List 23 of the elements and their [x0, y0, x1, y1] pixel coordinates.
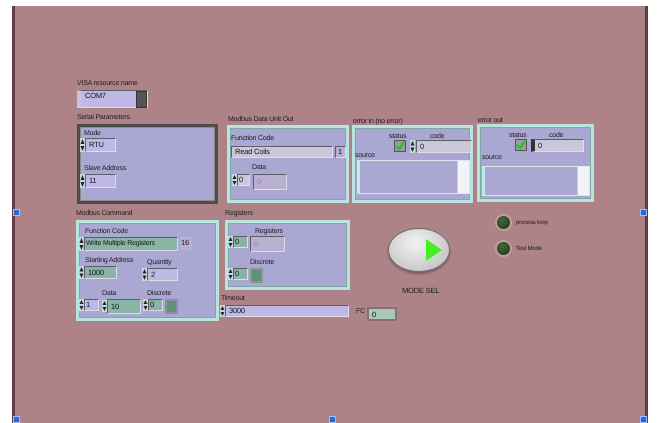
resize-handle[interactable] [640, 416, 647, 423]
resize-handle[interactable] [329, 416, 336, 423]
increment-arrows[interactable] [79, 266, 84, 279]
increment-arrows[interactable] [143, 299, 148, 311]
play-icon [425, 238, 443, 262]
increment-arrows[interactable] [80, 138, 85, 152]
increment-arrows[interactable] [228, 268, 233, 280]
increment-arrows[interactable] [80, 174, 85, 188]
increment-arrows[interactable] [102, 300, 107, 312]
scrollbar[interactable] [577, 167, 589, 195]
increment-arrows[interactable] [79, 237, 84, 251]
source-field[interactable] [357, 160, 470, 194]
resize-handle[interactable] [13, 209, 20, 216]
increment-arrows[interactable] [410, 140, 415, 153]
resize-handle[interactable] [13, 416, 20, 423]
increment-arrows[interactable] [232, 174, 237, 186]
increment-arrows[interactable] [220, 305, 225, 317]
increment-arrows[interactable] [79, 299, 84, 311]
increment-arrows[interactable] [228, 236, 233, 248]
increment-arrows[interactable] [142, 268, 147, 281]
scrollbar[interactable] [457, 161, 469, 193]
status-checkbox[interactable] [394, 140, 406, 152]
resize-handle[interactable] [640, 209, 647, 216]
